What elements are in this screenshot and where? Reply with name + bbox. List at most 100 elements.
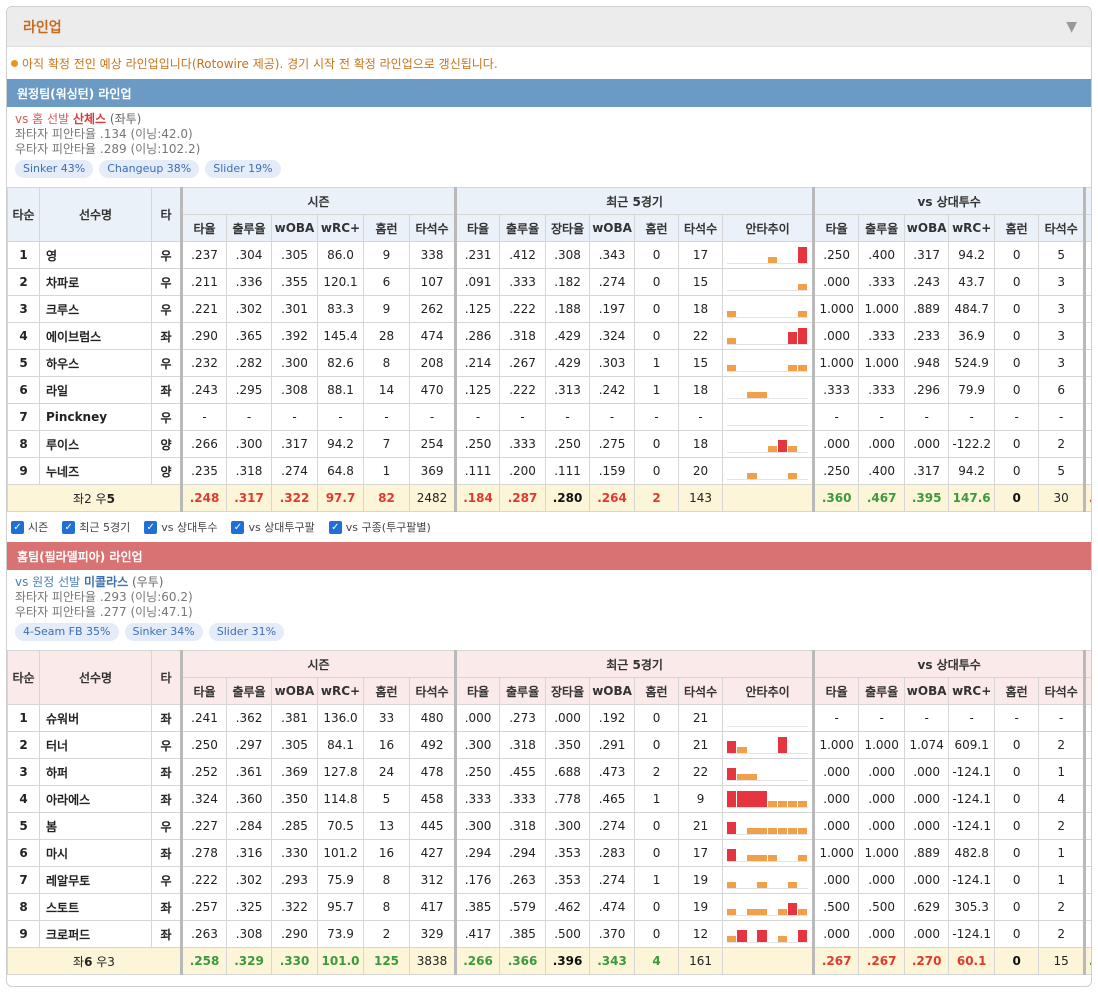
player-name[interactable]: Pinckney [39,403,152,431]
col-extra-stat[interactable]: 타율 [1083,214,1091,242]
col-vs-stat[interactable]: wRC+ [948,214,996,242]
player-name[interactable]: 에이브럼스 [39,322,152,350]
collapse-arrow-icon[interactable]: ▼ [1066,19,1077,35]
col-recent-stat[interactable]: wOBA [589,214,636,242]
player-name[interactable]: 레알무토 [39,866,152,894]
col-order[interactable]: 타순 [7,650,40,705]
col-extra-stat[interactable]: 타율 [1083,677,1091,705]
col-recent-stat[interactable]: 출루율 [499,677,547,705]
player-name[interactable]: 터너 [39,731,152,759]
table-row[interactable]: 5 봄 우 .227.284.285 70.5 13 445.300.318.300.274… [7,812,1091,840]
recent-stat-cell: 18 [678,430,724,458]
table-row[interactable]: 4 에이브럼스 좌 .290.365.392 145.4 28 474.286.318.42… [7,322,1091,350]
table-row[interactable]: 3 크루스 우 .221.302.301 83.3 9 262.125.222.188.19… [7,295,1091,323]
table-row[interactable]: 9 누네즈 양 .235.318.274 64.8 1 369.111.200.111.15… [7,457,1091,485]
col-season-stat[interactable]: 출루율 [226,677,272,705]
col-season-stat[interactable]: 타석수 [408,677,457,705]
col-vs-stat[interactable]: wOBA [904,214,950,242]
col-recent-stat[interactable]: 안타추이 [722,677,815,705]
col-recent-stat[interactable]: 타율 [454,214,501,242]
player-name[interactable]: 크루스 [39,295,152,323]
col-vs-stat[interactable]: 타석수 [1038,214,1086,242]
checkbox-checked-icon[interactable]: ✓ [144,520,158,534]
player-name[interactable]: 봄 [39,812,152,840]
table-row[interactable]: 9 크로퍼드 좌 .263.308.290 73.9 2 329.417.385.500.3… [7,920,1091,948]
col-recent-stat[interactable]: 장타율 [545,214,591,242]
col-recent-stat[interactable]: 타율 [454,677,501,705]
player-name[interactable]: 스토트 [39,893,152,921]
player-name[interactable]: 영 [39,241,152,269]
col-recent-stat[interactable]: 타석수 [678,677,724,705]
table-row[interactable]: 8 스토트 좌 .257.325.322 95.7 8 417.385.579.462.47… [7,893,1091,921]
col-hand[interactable]: 타 [151,650,182,705]
filter-checkbox[interactable]: ✓ vs 상대투구팔 [231,519,315,535]
table-row[interactable]: 7Pinckney우------------------- [7,403,1091,431]
table-row[interactable]: 1 슈워버 좌 .241.362.381 136.0 33 480.000.273.000.… [7,704,1091,732]
checkbox-checked-icon[interactable]: ✓ [231,520,245,534]
col-season-stat[interactable]: 타율 [180,214,227,242]
col-season-stat[interactable]: 홈런 [363,214,410,242]
col-season-stat[interactable]: 출루율 [226,214,272,242]
player-name[interactable]: 라일 [39,376,152,404]
col-vs-stat[interactable]: 출루율 [858,677,906,705]
filter-checkbox[interactable]: ✓ 최근 5경기 [62,519,130,535]
col-recent-stat[interactable]: 홈런 [634,214,680,242]
col-vs-stat[interactable]: 타율 [812,214,860,242]
player-name[interactable]: 슈워버 [39,704,152,732]
table-row[interactable]: 7 레알무토 우 .222.302.293 75.9 8 312.176.263.353.2… [7,866,1091,894]
col-recent-stat[interactable]: 장타율 [545,677,591,705]
col-recent-stat[interactable]: 안타추이 [722,214,815,242]
lineup-header[interactable]: 라인업 ▼ [7,7,1091,47]
table-row[interactable]: 2 터너 우 .250.297.305 84.1 16 492.300.318.350.29… [7,731,1091,759]
col-vs-stat[interactable]: wRC+ [948,677,996,705]
col-recent-stat[interactable]: 홈런 [634,677,680,705]
player-name[interactable]: 아라에스 [39,785,152,813]
col-recent-stat[interactable]: wOBA [589,677,636,705]
home-opp-pitcher-name[interactable]: 미콜라스 [84,575,128,589]
col-season-stat[interactable]: wRC+ [317,677,364,705]
season-stat-cell: .324 [180,785,227,813]
col-season-stat[interactable]: 타율 [180,677,227,705]
col-season-stat[interactable]: wRC+ [317,214,364,242]
player-name[interactable]: 하우스 [39,349,152,377]
filter-checkbox[interactable]: ✓ vs 구종(투구팔별) [328,519,431,535]
checkbox-checked-icon[interactable]: ✓ [328,520,342,534]
filter-checkbox[interactable]: ✓ 시즌 [11,519,48,535]
player-name[interactable]: 루이스 [39,430,152,458]
col-recent-stat[interactable]: 출루율 [499,214,547,242]
col-vs-stat[interactable]: 출루율 [858,214,906,242]
batter-hand: 좌 [151,920,182,948]
player-name[interactable]: 차파로 [39,268,152,296]
player-name[interactable]: 크로퍼드 [39,920,152,948]
col-season-stat[interactable]: 홈런 [363,677,410,705]
table-row[interactable]: 4 아라에스 좌 .324.360.350 114.8 5 458.333.333.778.… [7,785,1091,813]
away-opp-pitcher-name[interactable]: 산체스 [73,112,106,126]
col-vs-stat[interactable]: 타석수 [1038,677,1086,705]
col-vs-stat[interactable]: wOBA [904,677,950,705]
col-season-stat[interactable]: wOBA [271,214,318,242]
table-row[interactable]: 5 하우스 우 .232.282.300 82.6 8 208.214.267.429.30… [7,349,1091,377]
table-row[interactable]: 3 하퍼 좌 .252.361.369 127.8 24 478.250.455.688.4… [7,758,1091,786]
checkbox-checked-icon[interactable]: ✓ [62,520,76,534]
table-row[interactable]: 6 마시 좌 .278.316.330 101.2 16 427.294.294.353.2… [7,839,1091,867]
col-player[interactable]: 선수명 [39,187,152,242]
col-season-stat[interactable]: 타석수 [408,214,457,242]
filter-checkbox[interactable]: ✓ vs 상대투수 [144,519,217,535]
player-name[interactable]: 하퍼 [39,758,152,786]
player-name[interactable]: 마시 [39,839,152,867]
col-season-stat[interactable]: wOBA [271,677,318,705]
col-vs-stat[interactable]: 타율 [812,677,860,705]
col-player[interactable]: 선수명 [39,650,152,705]
table-row[interactable]: 2 차파로 우 .211.336.355 120.1 6 107.091.333.182.2… [7,268,1091,296]
col-order[interactable]: 타순 [7,187,40,242]
table-row[interactable]: 6 라일 좌 .243.295.308 88.1 14 470.125.222.313.24… [7,376,1091,404]
player-name[interactable]: 누네즈 [39,457,152,485]
col-recent-stat[interactable]: 타석수 [678,214,724,242]
table-row[interactable]: 1 영 우 .237.304.305 86.0 9 338.231.412.308.343 0… [7,241,1091,269]
vs-stat-cell: .948 [904,349,950,377]
col-vs-stat[interactable]: 홈런 [994,214,1040,242]
table-row[interactable]: 8 루이스 양 .266.300.317 94.2 7 254.250.333.250.27… [7,430,1091,458]
col-vs-stat[interactable]: 홈런 [994,677,1040,705]
checkbox-checked-icon[interactable]: ✓ [11,520,24,534]
col-hand[interactable]: 타 [151,187,182,242]
